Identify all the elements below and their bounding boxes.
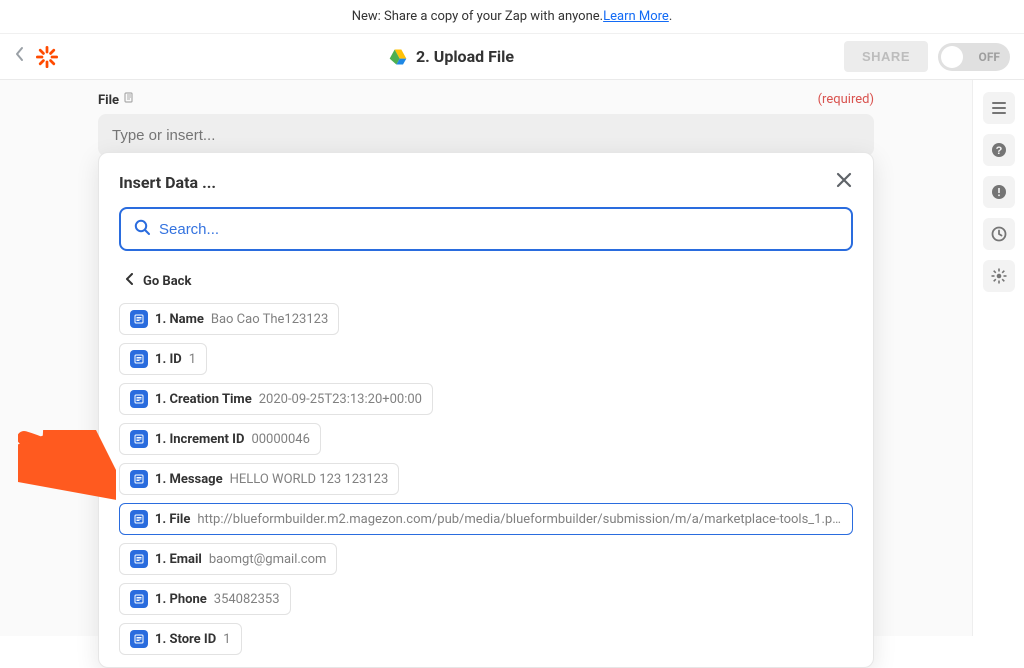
go-back-label: Go Back: [143, 274, 191, 289]
file-field-label: File: [98, 92, 135, 108]
form-icon: [130, 470, 148, 488]
data-item-label: 1. Increment ID: [155, 432, 244, 447]
search-icon: [133, 218, 151, 240]
data-item[interactable]: 1. Email baomgt@gmail.com: [119, 543, 337, 575]
close-button[interactable]: [835, 171, 853, 193]
chevron-left-icon: [14, 46, 26, 62]
data-item-value: HELLO WORLD 123 123123: [230, 472, 389, 487]
data-item[interactable]: 1. Name Bao Cao The123123: [119, 303, 339, 335]
data-item-label: 1. Name: [155, 312, 204, 327]
data-item[interactable]: 1. Phone 354082353: [119, 583, 291, 615]
required-indicator: (required): [818, 92, 874, 108]
file-field-wrap: File (required): [98, 92, 874, 156]
data-item-value: 00000046: [251, 432, 309, 447]
share-button[interactable]: SHARE: [844, 41, 928, 72]
data-item-label: 1. File: [155, 512, 191, 527]
panel-title: Insert Data ...: [119, 173, 216, 192]
step-title: 2. Upload File: [68, 47, 834, 67]
data-item-label: 1. Message: [155, 472, 223, 487]
form-icon: [130, 630, 148, 648]
banner-suffix: .: [669, 9, 672, 24]
enable-toggle[interactable]: OFF: [938, 43, 1010, 71]
data-item-value: 1: [223, 632, 230, 647]
data-item-value: baomgt@gmail.com: [209, 552, 327, 567]
step-title-text: 2. Upload File: [416, 47, 514, 66]
banner-link[interactable]: Learn More: [603, 9, 669, 24]
data-item-label: 1. Store ID: [155, 632, 216, 647]
rail-help-button[interactable]: ?: [983, 134, 1015, 166]
data-item-value: 354082353: [214, 592, 280, 607]
google-drive-icon: [388, 47, 408, 67]
data-item-value: 1: [189, 352, 196, 367]
rail-settings-button[interactable]: [983, 260, 1015, 292]
form-icon: [130, 350, 148, 368]
data-item-label: 1. Email: [155, 552, 202, 567]
toggle-label: OFF: [979, 50, 1000, 64]
form-icon: [130, 550, 148, 568]
data-item-value: http://blueformbuilder.m2.magezon.com/pu…: [197, 512, 842, 527]
form-icon: [130, 310, 148, 328]
zapier-logo: [36, 46, 58, 68]
go-back-button[interactable]: Go Back: [119, 267, 853, 303]
form-icon: [130, 430, 148, 448]
data-item-list: 1. Name Bao Cao The123123 1. ID 1 1. Creat…: [119, 303, 853, 655]
alert-icon: [991, 184, 1007, 200]
rail-history-button[interactable]: [983, 218, 1015, 250]
rail-alert-button[interactable]: [983, 176, 1015, 208]
data-item-label: 1. Creation Time: [155, 392, 252, 407]
data-item[interactable]: 1. Message HELLO WORLD 123 123123: [119, 463, 399, 495]
close-icon: [835, 171, 853, 189]
right-rail: ?: [972, 80, 1024, 636]
insert-data-panel: Insert Data ... Go Back 1. Name Bao Cao …: [98, 152, 874, 668]
data-item-label: 1. ID: [155, 352, 182, 367]
copy-icon: [123, 92, 135, 108]
list-icon: [991, 100, 1007, 116]
promo-banner: New: Share a copy of your Zap with anyon…: [0, 0, 1024, 34]
data-item[interactable]: 1. Increment ID 00000046: [119, 423, 321, 455]
data-item[interactable]: 1. File http://blueformbuilder.m2.magezo…: [119, 503, 853, 535]
svg-text:?: ?: [995, 145, 1002, 157]
chevron-left-icon: [125, 273, 135, 289]
data-item-value: 2020-09-25T23:13:20+00:00: [259, 392, 422, 407]
banner-text: New: Share a copy of your Zap with anyon…: [352, 9, 603, 24]
help-icon: ?: [991, 142, 1007, 158]
history-icon: [991, 226, 1007, 242]
search-wrap[interactable]: [119, 207, 853, 251]
settings-icon: [991, 268, 1007, 284]
form-icon: [130, 510, 148, 528]
data-item[interactable]: 1. Creation Time 2020-09-25T23:13:20+00:…: [119, 383, 433, 415]
data-item-label: 1. Phone: [155, 592, 207, 607]
form-icon: [130, 590, 148, 608]
form-icon: [130, 390, 148, 408]
back-button[interactable]: [14, 46, 26, 67]
search-input[interactable]: [159, 221, 839, 238]
data-item-value: Bao Cao The123123: [211, 312, 328, 327]
data-item[interactable]: 1. ID 1: [119, 343, 207, 375]
file-input[interactable]: [98, 114, 874, 156]
topbar: 2. Upload File SHARE OFF: [0, 34, 1024, 80]
data-item[interactable]: 1. Store ID 1: [119, 623, 242, 655]
rail-outline-button[interactable]: [983, 92, 1015, 124]
